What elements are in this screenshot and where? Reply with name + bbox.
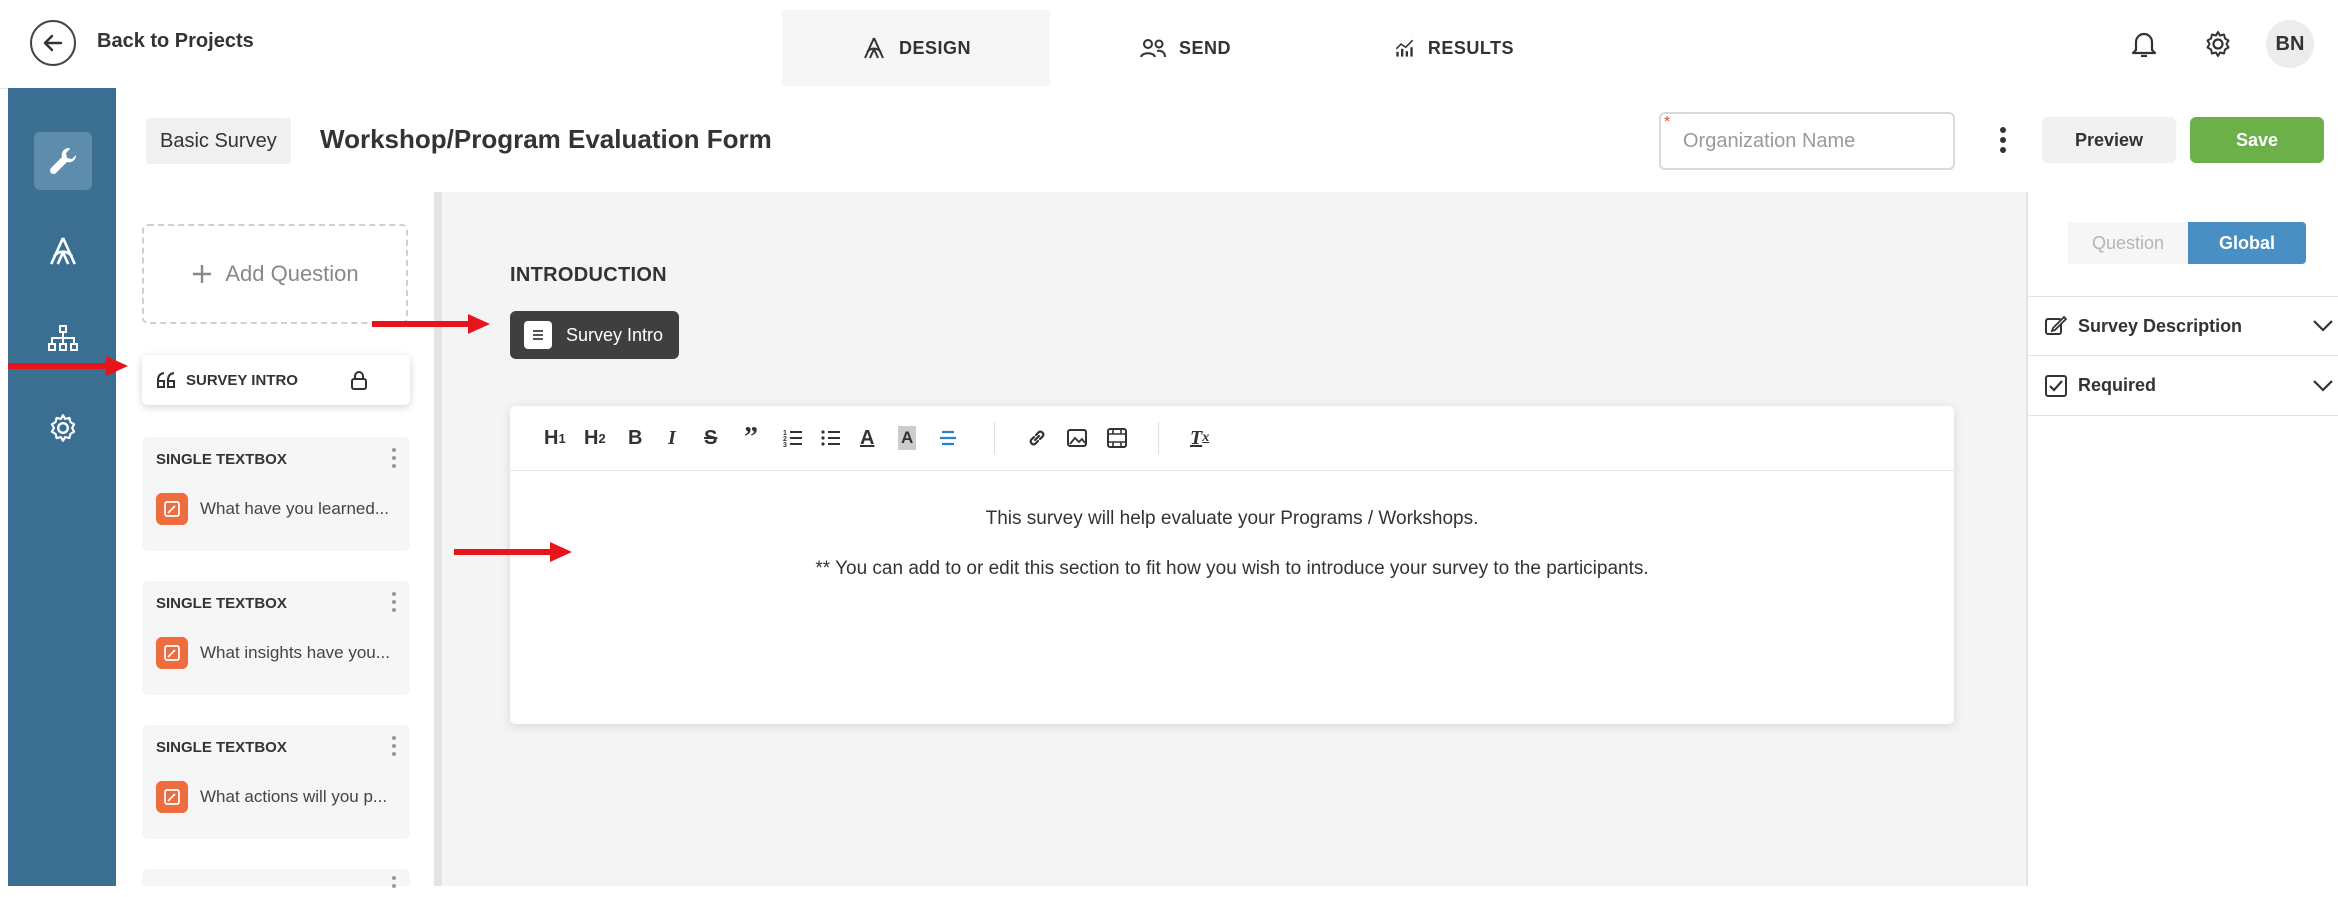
chevron-down-icon xyxy=(2313,379,2333,392)
image-icon[interactable] xyxy=(1066,426,1088,450)
tab-send-label: SEND xyxy=(1178,37,1231,58)
tab-send[interactable]: SEND xyxy=(1130,10,1240,86)
heading1-button[interactable]: H1 xyxy=(544,426,566,450)
survey-intro-label: SURVEY INTRO xyxy=(186,371,298,389)
edit-icon xyxy=(2045,315,2068,335)
gear-icon xyxy=(2206,31,2230,57)
organization-name-input[interactable] xyxy=(1659,112,1955,170)
users-icon xyxy=(1140,39,1166,58)
question-card[interactable] xyxy=(142,869,410,888)
bell-icon xyxy=(2131,32,2157,58)
blockquote-button[interactable]: ” xyxy=(744,422,758,453)
annotation-arrow xyxy=(8,356,128,376)
lock-icon xyxy=(351,371,367,390)
preview-button[interactable]: Preview xyxy=(2042,117,2176,163)
back-to-projects-link[interactable]: Back to Projects xyxy=(97,30,254,53)
wrench-icon xyxy=(49,147,77,175)
plus-icon xyxy=(193,265,212,283)
notifications-button[interactable] xyxy=(2124,24,2164,64)
survey-description-section[interactable]: Survey Description xyxy=(2028,296,2338,356)
question-type-label: SINGLE TEXTBOX xyxy=(156,451,287,468)
survey-intro-item[interactable]: SURVEY INTRO xyxy=(142,355,410,405)
annotation-arrow xyxy=(372,314,490,334)
question-type-label: SINGLE TEXTBOX xyxy=(156,595,287,612)
kebab-icon[interactable] xyxy=(390,591,398,613)
quote-icon xyxy=(157,372,175,388)
tab-design[interactable]: DESIGN xyxy=(782,10,1050,86)
editor-toolbar: H1 H2 B I S ” 123 A A Tx xyxy=(510,406,1954,471)
textbox-icon xyxy=(156,493,188,525)
survey-intro-pill[interactable]: Survey Intro xyxy=(510,311,680,359)
required-label: Required xyxy=(2078,375,2157,395)
question-type-label: SINGLE TEXTBOX xyxy=(156,739,287,756)
global-toggle[interactable]: Global xyxy=(2188,222,2306,264)
top-bar: Back to Projects DESIGN SEND RESULTS BN xyxy=(0,0,2338,89)
strikethrough-button[interactable]: S xyxy=(704,426,717,450)
sitemap-icon xyxy=(48,325,78,351)
question-card[interactable]: SINGLE TEXTBOX What have you learned... xyxy=(142,437,410,551)
ordered-list-icon[interactable]: 123 xyxy=(782,426,804,450)
tab-results-label: RESULTS xyxy=(1427,37,1514,58)
tab-results[interactable]: RESULTS xyxy=(1394,10,1514,86)
link-icon[interactable] xyxy=(1026,426,1048,450)
settings-button[interactable] xyxy=(2198,24,2238,64)
survey-description-label: Survey Description xyxy=(2078,315,2243,336)
sidebar-item-settings[interactable] xyxy=(34,399,92,457)
highlight-button[interactable]: A xyxy=(898,426,917,450)
kebab-icon[interactable] xyxy=(390,875,398,897)
arrow-left-icon xyxy=(43,34,63,52)
chart-icon xyxy=(1395,39,1414,57)
required-marker: * xyxy=(1664,114,1671,131)
kebab-icon[interactable] xyxy=(390,447,398,469)
survey-intro-pill-label: Survey Intro xyxy=(566,324,664,345)
toolbar-separator xyxy=(994,422,995,454)
save-button[interactable]: Save xyxy=(2190,117,2324,163)
question-card[interactable]: SINGLE TEXTBOX What actions will you p..… xyxy=(142,725,410,839)
section-label: INTRODUCTION xyxy=(510,264,667,286)
italic-button[interactable]: I xyxy=(668,426,676,450)
align-center-icon[interactable] xyxy=(938,426,958,450)
gear-icon xyxy=(50,414,76,442)
left-sidebar xyxy=(8,88,116,886)
checkbox-icon xyxy=(2045,374,2067,397)
question-card[interactable]: SINGLE TEXTBOX What insights have you... xyxy=(142,581,410,695)
add-question-button[interactable]: Add Question xyxy=(142,224,408,324)
toolbar-separator xyxy=(1158,422,1159,454)
question-text: What insights have you... xyxy=(200,643,390,662)
heading2-button[interactable]: H2 xyxy=(584,426,606,450)
question-text: What actions will you p... xyxy=(200,787,388,806)
question-toggle[interactable]: Question xyxy=(2068,222,2188,264)
question-text: What have you learned... xyxy=(200,499,390,518)
properties-panel: Question Global Survey Description Requi… xyxy=(2026,192,2338,886)
survey-type-chip: Basic Survey xyxy=(146,118,291,164)
design-icon xyxy=(50,237,76,265)
video-icon[interactable] xyxy=(1106,426,1128,450)
sidebar-item-tools[interactable] xyxy=(34,132,92,190)
rich-text-editor[interactable]: H1 H2 B I S ” 123 A A Tx This survey wil… xyxy=(510,406,1954,724)
bullet-list-icon[interactable] xyxy=(820,426,842,450)
annotation-arrow xyxy=(454,542,572,562)
textbox-icon xyxy=(156,781,188,813)
back-button[interactable] xyxy=(30,20,76,66)
intro-text-line-1: This survey will help evaluate your Prog… xyxy=(985,508,1479,529)
required-section[interactable]: Required xyxy=(2028,356,2338,416)
kebab-icon xyxy=(2000,127,2006,153)
sidebar-item-design[interactable] xyxy=(34,222,92,280)
document-icon xyxy=(524,321,552,349)
textbox-icon xyxy=(156,637,188,669)
chevron-down-icon xyxy=(2313,320,2333,332)
tab-design-label: DESIGN xyxy=(898,37,971,58)
form-title: Workshop/Program Evaluation Form xyxy=(320,124,772,154)
design-icon xyxy=(864,37,884,59)
intro-text-line-2: ** You can add to or edit this section t… xyxy=(815,558,1649,579)
bold-button[interactable]: B xyxy=(628,426,642,450)
text-color-button[interactable]: A xyxy=(860,426,874,450)
kebab-icon[interactable] xyxy=(390,735,398,757)
add-question-label: Add Question xyxy=(225,261,359,286)
clear-format-button[interactable]: Tx xyxy=(1190,426,1209,450)
more-options-button[interactable] xyxy=(1990,122,2016,158)
avatar[interactable]: BN xyxy=(2266,20,2314,68)
panel-divider[interactable] xyxy=(434,192,442,886)
svg-text:3: 3 xyxy=(783,442,787,449)
